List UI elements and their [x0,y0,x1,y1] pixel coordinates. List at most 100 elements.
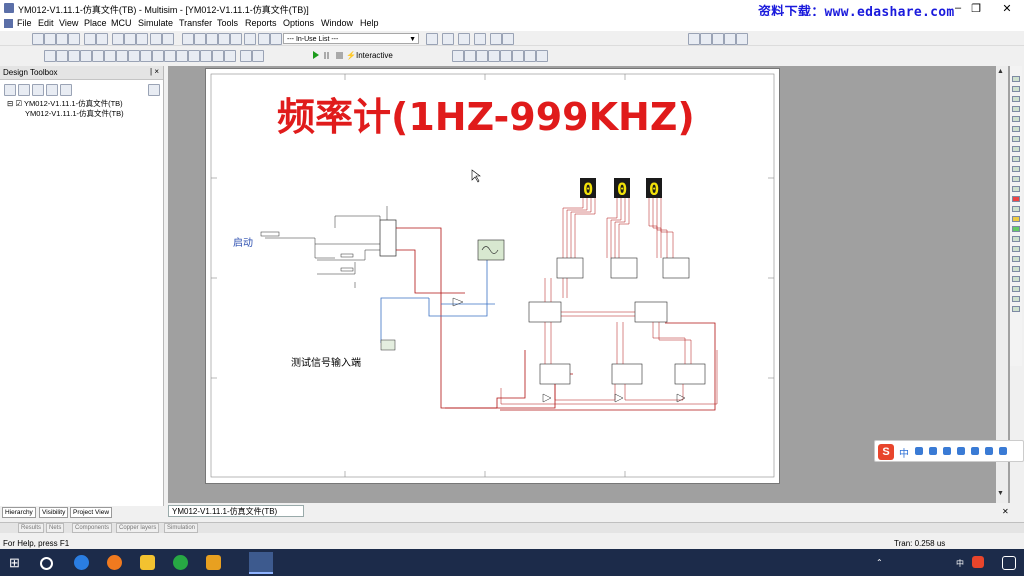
four-channel-oscilloscope-icon[interactable] [1012,116,1020,122]
mydaq-icon[interactable] [1012,286,1020,292]
place-mixed-icon[interactable] [140,50,152,62]
vertical-scrollbar[interactable]: ▲ ▼ [996,66,1008,503]
probe-current-icon[interactable] [488,50,500,62]
document-tab[interactable]: YM012-V1.11.1-仿真文件(TB) [168,505,304,517]
probe-power-icon[interactable] [500,50,512,62]
toolbox-properties-icon[interactable] [60,84,72,96]
run-simulation-icon[interactable] [313,51,319,59]
ime-punctuation-icon[interactable] [915,447,923,455]
chrome-icon[interactable] [173,555,188,570]
fullscreen-icon[interactable] [182,33,194,45]
notification-icon[interactable] [1002,556,1016,570]
cut-icon[interactable] [112,33,124,45]
bode-plotter-icon[interactable] [1012,126,1020,132]
probe-icon[interactable] [458,33,470,45]
place-rf-icon[interactable] [200,50,212,62]
open-design-icon[interactable] [18,84,30,96]
place-power-icon[interactable] [164,50,176,62]
microphone-icon[interactable] [929,447,937,455]
design-toolbox-close-button[interactable]: | × [150,67,159,76]
scroll-up-icon[interactable]: ▲ [997,68,1004,75]
pause-simulation-icon[interactable] [324,52,329,59]
new-design-icon[interactable] [4,84,16,96]
probe-diff-icon[interactable] [512,50,524,62]
function-generator-icon[interactable] [1012,86,1020,92]
undo-icon[interactable] [150,33,162,45]
tray-hidden-icons[interactable]: ⌃ [876,558,883,567]
print-icon[interactable] [84,33,96,45]
current-probe-icon[interactable] [1012,246,1020,252]
network-analyzer-icon[interactable] [1012,216,1020,222]
menu-place[interactable]: Place [84,18,107,28]
in-use-list-dropdown[interactable]: --- In-Use List --- ▼ [283,33,419,44]
labview-icon[interactable] [1012,236,1020,242]
full-screen-icon[interactable] [736,33,748,45]
tree-child-sheet[interactable]: YM012-V1.11.1-仿真文件(TB) [25,108,124,119]
app-icon[interactable] [206,555,221,570]
tab-visibility[interactable]: Visibility [39,507,69,518]
print-preview-icon[interactable] [96,33,108,45]
close-button[interactable]: ✕ [998,2,1016,15]
place-cmos-icon[interactable] [116,50,128,62]
place-transistor-icon[interactable] [80,50,92,62]
open-icon[interactable] [44,33,56,45]
ammeter-icon[interactable] [1012,296,1020,302]
close-design-icon[interactable] [46,84,58,96]
transfer-icon[interactable] [474,33,486,45]
windows-start-icon[interactable]: ⊞ [9,555,24,570]
place-advanced-icon[interactable] [188,50,200,62]
grapher-view-icon[interactable] [464,50,476,62]
paste-icon[interactable] [136,33,148,45]
agilent-icon[interactable] [1012,196,1020,202]
iv-analyzer-icon[interactable] [1012,176,1020,182]
place-source-icon[interactable] [44,50,56,62]
hierarchical-block-icon[interactable] [240,50,252,62]
place-diode-icon[interactable] [68,50,80,62]
menu-tools[interactable]: Tools [217,18,238,28]
probe-voltage-icon[interactable] [476,50,488,62]
sogou-tray-icon[interactable] [972,556,984,568]
elvis-icon[interactable] [1012,266,1020,272]
logic-converter-icon[interactable] [1012,156,1020,162]
redo-icon[interactable] [162,33,174,45]
tab-components[interactable]: Components [72,523,113,533]
tektronix-icon[interactable] [1012,226,1020,232]
tab-hierarchy[interactable]: Hierarchy [2,507,36,518]
annotate-icon[interactable] [258,33,270,45]
new-icon[interactable] [32,33,44,45]
tab-copper-layers[interactable]: Copper layers [116,523,160,533]
firefox-icon[interactable] [107,555,122,570]
oscilloscope-icon[interactable] [1012,106,1020,112]
probe-digital-icon[interactable] [524,50,536,62]
place-electromech-icon[interactable] [212,50,224,62]
menu-transfer[interactable]: Transfer [179,18,212,28]
close-document-icon[interactable]: ✕ [1002,507,1009,516]
search-icon[interactable] [40,557,53,570]
menu-mcu[interactable]: MCU [111,18,132,28]
menu-simulate[interactable]: Simulate [138,18,173,28]
scroll-down-icon[interactable]: ▼ [997,490,1004,497]
spreadsheet-icon[interactable] [218,33,230,45]
measurement-probe-icon[interactable] [1012,256,1020,262]
analysis-icon[interactable] [452,50,464,62]
keyboard-icon[interactable] [943,447,951,455]
logic-analyzer-icon[interactable] [1012,166,1020,172]
search-icon[interactable] [490,33,502,45]
postprocessor-icon[interactable] [206,33,218,45]
frequency-counter-icon[interactable] [1012,136,1020,142]
bus-icon[interactable] [252,50,264,62]
multisim-icon[interactable] [249,552,273,574]
place-mcu-icon[interactable] [224,50,236,62]
tab-results[interactable]: Results [18,523,45,533]
copy-icon[interactable] [124,33,136,45]
kugou-icon[interactable] [74,555,89,570]
place-analog-icon[interactable] [92,50,104,62]
place-misc-digital-icon[interactable] [128,50,140,62]
help-icon[interactable] [502,33,514,45]
minimize-button[interactable]: – [949,2,967,14]
tab-nets[interactable]: Nets [46,523,65,533]
menu-file[interactable]: File [17,18,32,28]
menu-view[interactable]: View [59,18,78,28]
tab-simulation[interactable]: Simulation [164,523,199,533]
instrument-icon[interactable] [442,33,454,45]
